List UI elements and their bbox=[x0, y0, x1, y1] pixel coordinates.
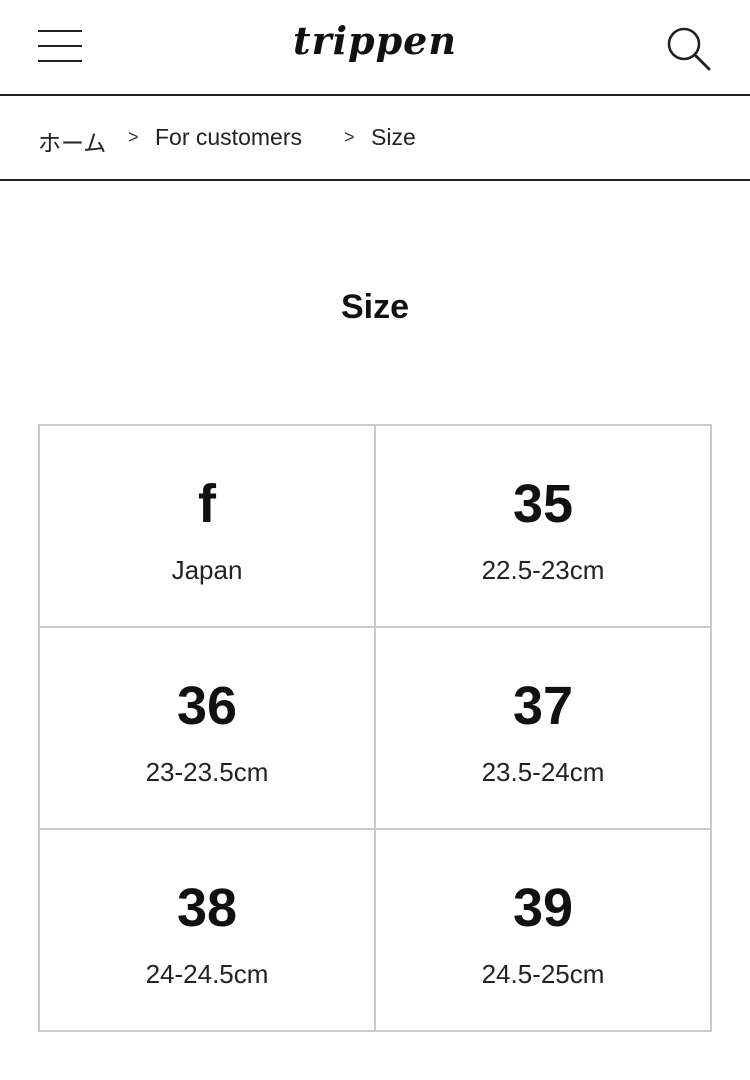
size-range: 23-23.5cm bbox=[145, 757, 269, 787]
hamburger-menu-icon[interactable] bbox=[38, 28, 82, 64]
menu-bar bbox=[38, 45, 82, 47]
breadcrumb-home[interactable]: ホーム bbox=[38, 124, 106, 158]
size-cell-f: f Japan bbox=[40, 426, 376, 628]
site-logo[interactable]: trippen bbox=[293, 18, 457, 63]
size-table: f Japan 35 22.5-23cm 36 23-23.5cm 37 23.… bbox=[38, 424, 712, 1032]
size-cell-37: 37 23.5-24cm bbox=[376, 628, 712, 830]
size-number: f bbox=[198, 474, 216, 534]
size-number: 39 bbox=[512, 878, 574, 938]
size-number: 35 bbox=[512, 474, 574, 534]
menu-bar bbox=[38, 60, 82, 62]
size-cell-38: 38 24-24.5cm bbox=[40, 830, 376, 1032]
size-number: 37 bbox=[512, 676, 574, 736]
magnifier-search-icon bbox=[667, 27, 711, 71]
size-cell-35: 35 22.5-23cm bbox=[376, 426, 712, 628]
size-range: Japan bbox=[171, 555, 243, 585]
breadcrumb-separator: > bbox=[128, 127, 139, 147]
size-range: 22.5-23cm bbox=[481, 555, 605, 585]
page-title: Size bbox=[340, 288, 410, 326]
breadcrumb-current-size: Size bbox=[371, 124, 416, 150]
size-number: 38 bbox=[176, 878, 238, 938]
size-range: 24-24.5cm bbox=[145, 959, 269, 989]
breadcrumb-separator: > bbox=[344, 127, 355, 147]
site-header: trippen bbox=[0, 0, 750, 96]
search-icon[interactable] bbox=[664, 24, 712, 72]
menu-bar bbox=[38, 30, 82, 32]
logo-wrapper: trippen bbox=[0, 18, 750, 63]
size-cell-39: 39 24.5-25cm bbox=[376, 830, 712, 1032]
breadcrumb: ホーム > For customers > Size bbox=[0, 96, 750, 181]
size-number: 36 bbox=[176, 676, 238, 736]
size-cell-36: 36 23-23.5cm bbox=[40, 628, 376, 830]
size-range: 23.5-24cm bbox=[481, 757, 605, 787]
breadcrumb-for-customers[interactable]: For customers bbox=[155, 124, 302, 151]
size-range: 24.5-25cm bbox=[481, 959, 605, 989]
